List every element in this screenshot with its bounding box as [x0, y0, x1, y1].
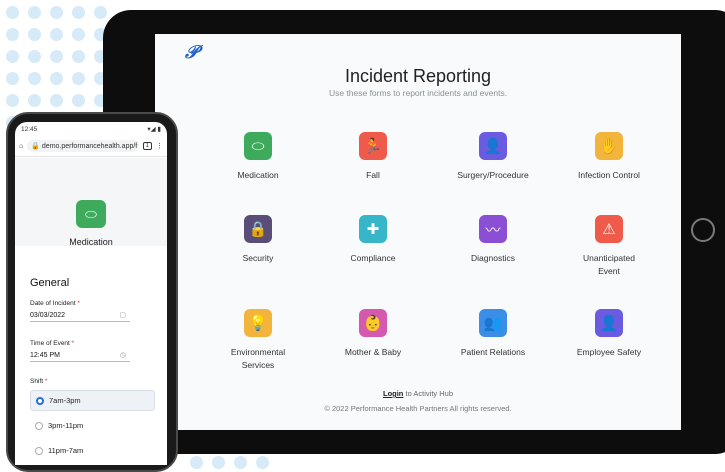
radio-icon[interactable]	[36, 396, 44, 405]
date-value: 03/03/2022	[30, 312, 66, 319]
date-label: Date of Incident *	[30, 300, 80, 307]
shift-option-label: 7am-3pm	[49, 396, 81, 405]
shift-label: Shift *	[30, 378, 48, 385]
form-tile-medication[interactable]: ⬭ Medication	[203, 132, 313, 182]
form-tile-diagnostics[interactable]: 〰 Diagnostics	[438, 215, 548, 265]
people-icon: 👥	[479, 309, 507, 337]
url-text: demo.performancehealth.app/f	[41, 143, 138, 150]
date-field[interactable]: 03/03/2022 ▢	[30, 312, 130, 322]
shift-option-label: 3pm-11pm	[48, 421, 84, 430]
browser-menu-icon[interactable]: ⋮	[156, 142, 163, 150]
shield-icon: ✚	[359, 215, 387, 243]
form-tile-label: Security	[242, 253, 274, 263]
pill-icon: ⬭	[244, 132, 272, 160]
time-field[interactable]: 12:45 PM ◷	[30, 352, 130, 362]
form-tile-patient-relations[interactable]: 👥 Patient Relations	[438, 309, 548, 359]
form-tile-label: Mother & Baby	[344, 347, 402, 357]
form-tile-label: Patient Relations	[460, 347, 526, 357]
fall-icon: 🏃	[359, 132, 387, 160]
shift-option[interactable]: 11pm-7am	[30, 440, 155, 461]
surgeon-icon: 👤	[479, 132, 507, 160]
person-icon: 👤	[595, 309, 623, 337]
login-footer: Login to Activity Hub	[155, 389, 681, 398]
form-tile-surgery-procedure[interactable]: 👤 Surgery/Procedure	[438, 132, 548, 182]
shift-option[interactable]: 7am-3pm	[30, 390, 155, 411]
form-tile-employee-safety[interactable]: 👤 Employee Safety	[554, 309, 664, 359]
form-tile-unanticipated-event[interactable]: ⚠ Unanticipated Event	[554, 215, 664, 278]
form-tile-infection-control[interactable]: ✋ Infection Control	[554, 132, 664, 182]
section-title: General	[30, 277, 70, 289]
form-tile-label: Compliance	[350, 253, 396, 263]
form-tile-label: Surgery/Procedure	[457, 170, 529, 180]
lightbulb-icon: 💡	[244, 309, 272, 337]
radio-icon[interactable]	[35, 446, 43, 455]
tablet-home-button	[691, 218, 715, 242]
form-tile-fall[interactable]: 🏃 Fall	[318, 132, 428, 182]
form-tile-label: Infection Control	[578, 170, 640, 180]
form-tile-mother-baby[interactable]: 👶 Mother & Baby	[318, 309, 428, 359]
page-subtitle: Use these forms to report incidents and …	[328, 88, 508, 98]
lock-icon: 🔒	[244, 215, 272, 243]
form-tile-label: Environmental Services	[230, 347, 286, 370]
form-tile-compliance[interactable]: ✚ Compliance	[318, 215, 428, 265]
form-title: Medication	[69, 237, 113, 247]
form-tile-label: Diagnostics	[471, 253, 515, 263]
lock-icon: 🔒	[31, 143, 40, 150]
form-tile-label: Fall	[366, 170, 380, 180]
hands-icon: ✋	[595, 132, 623, 160]
radio-icon[interactable]	[35, 421, 43, 430]
pill-icon: ⬭	[76, 200, 106, 228]
page-title: Incident Reporting	[344, 66, 492, 86]
copyright: © 2022 Performance Health Partners All r…	[324, 404, 512, 413]
monitor-icon: 〰	[479, 215, 507, 243]
company-logo: 𝒫	[185, 42, 198, 63]
form-tile-environmental-services[interactable]: 💡 Environmental Services	[203, 309, 313, 372]
phone-status-bar: 12:45 ▾◢ ▮	[15, 122, 167, 136]
clock-icon[interactable]: ◷	[120, 351, 126, 359]
tab-count-button[interactable]: 1	[142, 142, 152, 150]
mother-baby-icon: 👶	[359, 309, 387, 337]
url-field[interactable]: 🔒 demo.performancehealth.app/f	[27, 140, 139, 152]
home-icon[interactable]: ⌂	[19, 143, 23, 150]
form-tile-security[interactable]: 🔒 Security	[203, 215, 313, 265]
time-label: Time of Event *	[30, 340, 75, 347]
status-time: 12:45	[21, 125, 38, 133]
form-tile-label: Medication	[237, 170, 279, 180]
warning-icon: ⚠	[595, 215, 623, 243]
calendar-icon[interactable]: ▢	[119, 311, 126, 319]
form-tile-label: Employee Safety	[576, 347, 642, 357]
time-value: 12:45 PM	[30, 352, 60, 359]
status-icons: ▾◢ ▮	[147, 126, 161, 133]
shift-option[interactable]: 3pm-11pm	[30, 415, 155, 436]
browser-bar: ⌂ 🔒 demo.performancehealth.app/f 1 ⋮	[15, 136, 167, 157]
login-footer-text: to Activity Hub	[403, 389, 454, 398]
phone-screen: 12:45 ▾◢ ▮ ⌂ 🔒 demo.performancehealth.ap…	[15, 122, 167, 465]
form-tile-label: Unanticipated Event	[583, 253, 635, 276]
shift-option-label: 11pm-7am	[48, 446, 84, 455]
tablet-screen: 𝒫 Incident Reporting Use these forms to …	[155, 34, 681, 430]
login-link[interactable]: Login	[383, 389, 403, 398]
